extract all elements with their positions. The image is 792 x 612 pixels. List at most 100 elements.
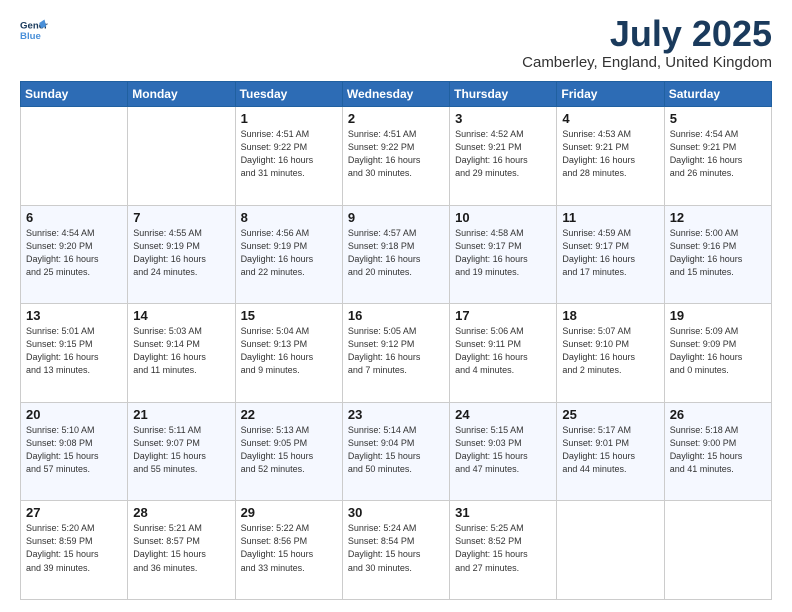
day-info: Sunrise: 5:03 AM Sunset: 9:14 PM Dayligh… [133,325,229,377]
calendar-week-3: 13 Sunrise: 5:01 AM Sunset: 9:15 PM Dayli… [21,304,772,403]
weekday-header-tuesday: Tuesday [235,82,342,107]
day-number: 6 [26,210,122,225]
weekday-header-sunday: Sunday [21,82,128,107]
page: General Blue July 2025 Camberley, Englan… [0,0,792,612]
calendar-cell: 3 Sunrise: 4:52 AM Sunset: 9:21 PM Daylig… [450,107,557,206]
calendar-cell: 2Sunrise: 4:51 AM Sunset: 9:22 PM Daylig… [342,107,449,206]
weekday-header-thursday: Thursday [450,82,557,107]
calendar-cell: 26 Sunrise: 5:18 AM Sunset: 9:00 PM Dayli… [664,402,771,501]
day-number: 10 [455,210,551,225]
calendar-week-1: 1 Sunrise: 4:51 AM Sunset: 9:22 PM Daylig… [21,107,772,206]
day-info: Sunrise: 4:58 AM Sunset: 9:17 PM Dayligh… [455,227,551,279]
day-number: 3 [455,111,551,126]
calendar-cell: 28Sunrise: 5:21 AM Sunset: 8:57 PM Dayli… [128,501,235,600]
calendar-week-4: 20 Sunrise: 5:10 AM Sunset: 9:08 PM Dayli… [21,402,772,501]
header: General Blue July 2025 Camberley, Englan… [20,16,772,71]
calendar-cell: 27 Sunrise: 5:20 AM Sunset: 8:59 PM Dayli… [21,501,128,600]
day-number: 16 [348,308,444,323]
calendar-cell: 12 Sunrise: 5:00 AM Sunset: 9:16 PM Dayli… [664,205,771,304]
calendar-week-2: 6 Sunrise: 4:54 AM Sunset: 9:20 PM Daylig… [21,205,772,304]
day-number: 18 [562,308,658,323]
day-info: Sunrise: 5:25 AM Sunset: 8:52 PM Dayligh… [455,522,551,574]
day-info: Sunrise: 5:00 AM Sunset: 9:16 PM Dayligh… [670,227,766,279]
calendar-cell: 8 Sunrise: 4:56 AM Sunset: 9:19 PM Daylig… [235,205,342,304]
day-info: Sunrise: 5:06 AM Sunset: 9:11 PM Dayligh… [455,325,551,377]
calendar-cell: 20 Sunrise: 5:10 AM Sunset: 9:08 PM Dayli… [21,402,128,501]
calendar-cell: 21Sunrise: 5:11 AM Sunset: 9:07 PM Dayli… [128,402,235,501]
day-number: 8 [241,210,337,225]
calendar-cell: 10 Sunrise: 4:58 AM Sunset: 9:17 PM Dayli… [450,205,557,304]
calendar-cell: 13 Sunrise: 5:01 AM Sunset: 9:15 PM Dayli… [21,304,128,403]
day-info: Sunrise: 5:01 AM Sunset: 9:15 PM Dayligh… [26,325,122,377]
subtitle: Camberley, England, United Kingdom [522,54,772,71]
day-info: Sunrise: 5:21 AM Sunset: 8:57 PM Dayligh… [133,522,229,574]
calendar-cell: 6 Sunrise: 4:54 AM Sunset: 9:20 PM Daylig… [21,205,128,304]
day-number: 11 [562,210,658,225]
calendar-cell: 16 Sunrise: 5:05 AM Sunset: 9:12 PM Dayli… [342,304,449,403]
calendar-cell: 15 Sunrise: 5:04 AM Sunset: 9:13 PM Dayli… [235,304,342,403]
day-number: 15 [241,308,337,323]
calendar-cell: 14Sunrise: 5:03 AM Sunset: 9:14 PM Dayli… [128,304,235,403]
day-info: Sunrise: 5:04 AM Sunset: 9:13 PM Dayligh… [241,325,337,377]
day-number: 7 [133,210,229,225]
day-number: 25 [562,407,658,422]
day-info: Sunrise: 4:54 AM Sunset: 9:20 PM Dayligh… [26,227,122,279]
day-info: Sunrise: 4:52 AM Sunset: 9:21 PM Dayligh… [455,128,551,180]
day-info: Sunrise: 4:53 AM Sunset: 9:21 PM Dayligh… [562,128,658,180]
day-info: Sunrise: 5:18 AM Sunset: 9:00 PM Dayligh… [670,424,766,476]
day-number: 1 [241,111,337,126]
day-info: Sunrise: 4:57 AM Sunset: 9:18 PM Dayligh… [348,227,444,279]
calendar-cell: 25Sunrise: 5:17 AM Sunset: 9:01 PM Dayli… [557,402,664,501]
day-info: Sunrise: 5:10 AM Sunset: 9:08 PM Dayligh… [26,424,122,476]
calendar-cell: 17Sunrise: 5:06 AM Sunset: 9:11 PM Dayli… [450,304,557,403]
calendar-cell: 11Sunrise: 4:59 AM Sunset: 9:17 PM Dayli… [557,205,664,304]
calendar-cell [21,107,128,206]
calendar-week-5: 27 Sunrise: 5:20 AM Sunset: 8:59 PM Dayli… [21,501,772,600]
calendar-cell: 29 Sunrise: 5:22 AM Sunset: 8:56 PM Dayli… [235,501,342,600]
calendar-cell: 18 Sunrise: 5:07 AM Sunset: 9:10 PM Dayli… [557,304,664,403]
day-number: 21 [133,407,229,422]
day-info: Sunrise: 5:09 AM Sunset: 9:09 PM Dayligh… [670,325,766,377]
day-info: Sunrise: 4:56 AM Sunset: 9:19 PM Dayligh… [241,227,337,279]
day-info: Sunrise: 5:07 AM Sunset: 9:10 PM Dayligh… [562,325,658,377]
main-title: July 2025 [522,16,772,52]
day-info: Sunrise: 4:55 AM Sunset: 9:19 PM Dayligh… [133,227,229,279]
day-number: 13 [26,308,122,323]
day-number: 19 [670,308,766,323]
calendar-cell: 30 Sunrise: 5:24 AM Sunset: 8:54 PM Dayli… [342,501,449,600]
day-info: Sunrise: 5:20 AM Sunset: 8:59 PM Dayligh… [26,522,122,574]
calendar-cell: 24Sunrise: 5:15 AM Sunset: 9:03 PM Dayli… [450,402,557,501]
calendar-table: SundayMondayTuesdayWednesdayThursdayFrid… [20,81,772,600]
day-number: 22 [241,407,337,422]
svg-text:Blue: Blue [20,31,41,42]
day-number: 26 [670,407,766,422]
day-number: 9 [348,210,444,225]
logo-icon: General Blue [20,16,48,44]
day-info: Sunrise: 5:05 AM Sunset: 9:12 PM Dayligh… [348,325,444,377]
calendar-cell [128,107,235,206]
day-info: Sunrise: 5:22 AM Sunset: 8:56 PM Dayligh… [241,522,337,574]
day-number: 30 [348,505,444,520]
calendar-cell: 19 Sunrise: 5:09 AM Sunset: 9:09 PM Dayli… [664,304,771,403]
calendar-cell [664,501,771,600]
calendar-cell: 4 Sunrise: 4:53 AM Sunset: 9:21 PM Daylig… [557,107,664,206]
calendar-cell: 23 Sunrise: 5:14 AM Sunset: 9:04 PM Dayli… [342,402,449,501]
calendar-cell: 9 Sunrise: 4:57 AM Sunset: 9:18 PM Daylig… [342,205,449,304]
day-info: Sunrise: 5:24 AM Sunset: 8:54 PM Dayligh… [348,522,444,574]
day-number: 31 [455,505,551,520]
calendar-cell: 22Sunrise: 5:13 AM Sunset: 9:05 PM Dayli… [235,402,342,501]
day-number: 12 [670,210,766,225]
day-number: 27 [26,505,122,520]
calendar-cell: 31 Sunrise: 5:25 AM Sunset: 8:52 PM Dayli… [450,501,557,600]
day-info: Sunrise: 4:54 AM Sunset: 9:21 PM Dayligh… [670,128,766,180]
day-number: 23 [348,407,444,422]
day-info: Sunrise: 4:51 AM Sunset: 9:22 PM Dayligh… [241,128,337,180]
day-info: Sunrise: 5:14 AM Sunset: 9:04 PM Dayligh… [348,424,444,476]
weekday-header-row: SundayMondayTuesdayWednesdayThursdayFrid… [21,82,772,107]
weekday-header-wednesday: Wednesday [342,82,449,107]
day-number: 20 [26,407,122,422]
day-number: 29 [241,505,337,520]
calendar-cell: 5Sunrise: 4:54 AM Sunset: 9:21 PM Daylig… [664,107,771,206]
day-number: 4 [562,111,658,126]
weekday-header-friday: Friday [557,82,664,107]
